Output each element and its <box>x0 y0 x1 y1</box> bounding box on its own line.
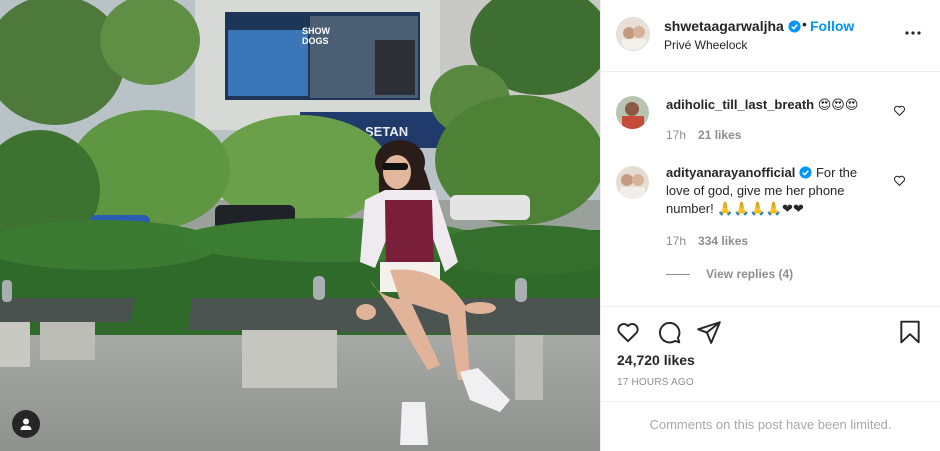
comment-text: 😍😍😍 <box>817 97 859 112</box>
post-sidebar: shwetaagarwaljha • Follow Privé Wheelock… <box>600 0 940 451</box>
comment-username[interactable]: adiholic_till_last_breath <box>666 97 814 112</box>
billboard-title-1: SHOW <box>302 26 331 36</box>
comment-meta: 17h 334 likes <box>666 234 748 248</box>
author-avatar[interactable] <box>616 17 650 51</box>
comments-list: adiholic_till_last_breath 😍😍😍 17h 21 like… <box>601 72 940 307</box>
verified-badge-icon <box>788 20 801 33</box>
comment-meta: 17h 21 likes <box>666 128 741 142</box>
replies-divider-line <box>666 274 690 276</box>
user-tag-icon <box>20 418 32 430</box>
post-location[interactable]: Privé Wheelock <box>664 38 747 52</box>
comment-body: adityanarayanofficial For the love of go… <box>666 164 876 218</box>
bookmark-icon[interactable] <box>897 319 923 345</box>
billboard-title-2: DOGS <box>302 36 329 46</box>
follow-separator: • <box>802 16 807 32</box>
comment-like-heart-icon[interactable] <box>893 104 906 117</box>
comment-likes[interactable]: 21 likes <box>698 128 741 142</box>
author-username[interactable]: shwetaagarwaljha <box>664 18 801 34</box>
view-replies-label[interactable]: View replies (4) <box>706 267 793 281</box>
verified-badge-icon <box>799 166 812 179</box>
comment-likes[interactable]: 334 likes <box>698 234 748 248</box>
comment-age: 17h <box>666 128 687 142</box>
post-actions <box>601 306 940 356</box>
comment-icon[interactable] <box>656 319 682 345</box>
post-timestamp[interactable]: 17 HOURS AGO <box>617 377 694 388</box>
post-photo-illustration: SHOW DOGS SETAN <box>0 0 600 451</box>
post-header: shwetaagarwaljha • Follow Privé Wheelock <box>601 0 940 72</box>
commenter-avatar[interactable] <box>616 96 649 129</box>
author-username-text[interactable]: shwetaagarwaljha <box>664 18 784 34</box>
comment-username[interactable]: adityanarayanofficial <box>666 165 795 180</box>
share-icon[interactable] <box>696 319 722 345</box>
commenter-avatar[interactable] <box>616 166 649 199</box>
view-replies-button[interactable]: View replies (4) <box>666 267 793 281</box>
comments-limited-notice: Comments on this post have been limited. <box>601 401 940 451</box>
more-options-icon[interactable] <box>904 24 922 42</box>
likes-count[interactable]: 24,720 likes <box>617 352 695 368</box>
comment-like-heart-icon[interactable] <box>893 174 906 187</box>
heart-icon[interactable] <box>615 319 641 345</box>
follow-button[interactable]: Follow <box>810 18 854 34</box>
user-tag-button[interactable] <box>12 410 40 438</box>
comment-age: 17h <box>666 234 687 248</box>
comment-body: adiholic_till_last_breath 😍😍😍 <box>666 96 876 114</box>
post-photo[interactable]: SHOW DOGS SETAN <box>0 0 600 451</box>
